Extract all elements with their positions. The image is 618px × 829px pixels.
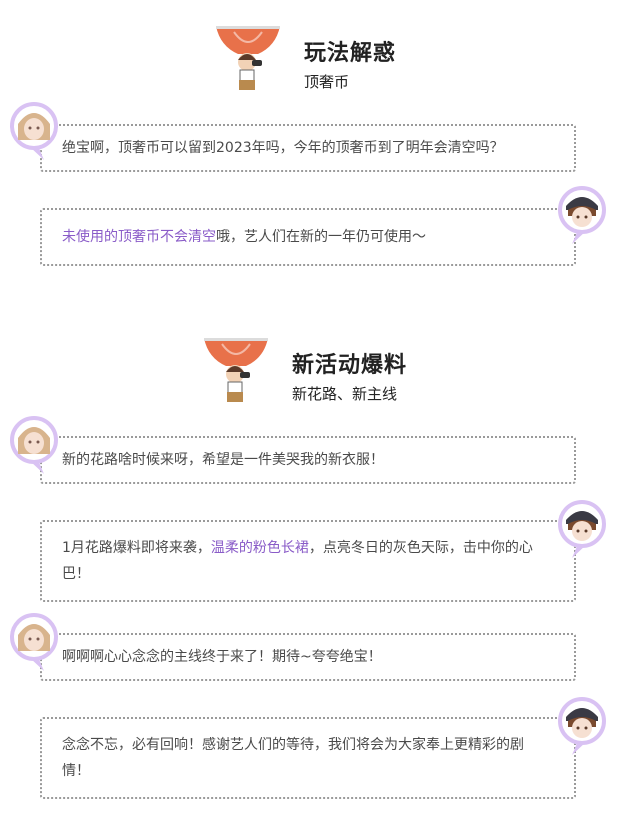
message-highlight: 温柔的粉色长裙 [210, 540, 309, 556]
boy-avatar-icon [558, 500, 606, 558]
section-subtitle: 新花路、新主线 [292, 385, 398, 403]
section-title: 新活动爆料 [292, 353, 408, 378]
chat-bubble: 念念不忘，必有回响！感谢艺人们的等待，我们将会为大家奉上更精彩的剧情！ [40, 717, 576, 799]
message-text: 绝宝啊，顶奢币可以留到2023年吗，今年的顶奢币到了明年会清空吗？ [62, 140, 504, 156]
chat-bubble: 未使用的顶奢币不会清空哦，艺人们在新的一年仍可使用～ [40, 208, 576, 266]
section-header-faq: 玩法解惑 顶奢币 [0, 22, 618, 92]
section-subtitle: 顶奢币 [304, 73, 350, 91]
message-line: 未使用的顶奢币不会清空哦，艺人们在新的一年仍可使用～ [62, 224, 426, 250]
section-title: 玩法解惑 [304, 41, 397, 66]
chat-bubble: 新的花路啥时候来呀，希望是一件美哭我的新衣服！ [40, 436, 576, 484]
girl-avatar-icon [10, 102, 58, 160]
hot-air-balloon-icon [216, 26, 280, 90]
message-text: 新的花路啥时候来呀，希望是一件美哭我的新衣服！ [62, 452, 384, 468]
chat-bubble: 啊啊啊心心念念的主线终于来了！期待~夸夸绝宝！ [40, 633, 576, 681]
chat-bubble: 绝宝啊，顶奢币可以留到2023年吗，今年的顶奢币到了明年会清空吗？ [40, 124, 576, 172]
message-text: 念念不忘，必有回响！感谢艺人们的等待，我们将会为大家奉上更精彩的剧情！ [62, 737, 524, 779]
message-text: 哦，艺人们在新的一年仍可使用～ [216, 229, 426, 245]
message-text: 1月花路爆料即将来袭， [62, 540, 211, 556]
boy-avatar-icon [558, 186, 606, 244]
hot-air-balloon-icon [204, 338, 268, 402]
message-text: 啊啊啊心心念念的主线终于来了！期待~夸夸绝宝！ [62, 649, 382, 665]
boy-avatar-icon [558, 697, 606, 755]
section-header-news: 新活动爆料 新花路、新主线 [0, 334, 618, 404]
girl-avatar-icon [10, 613, 58, 671]
chat-bubble: 1月花路爆料即将来袭，温柔的粉色长裙，点亮冬日的灰色天际，击中你的心巴！ [40, 520, 576, 602]
message-highlight: 未使用的顶奢币不会清空 [62, 229, 216, 245]
girl-avatar-icon [10, 416, 58, 474]
message-line: 1月花路爆料即将来袭，温柔的粉色长裙，点亮冬日的灰色天际，击中你的心巴！ [62, 535, 544, 587]
